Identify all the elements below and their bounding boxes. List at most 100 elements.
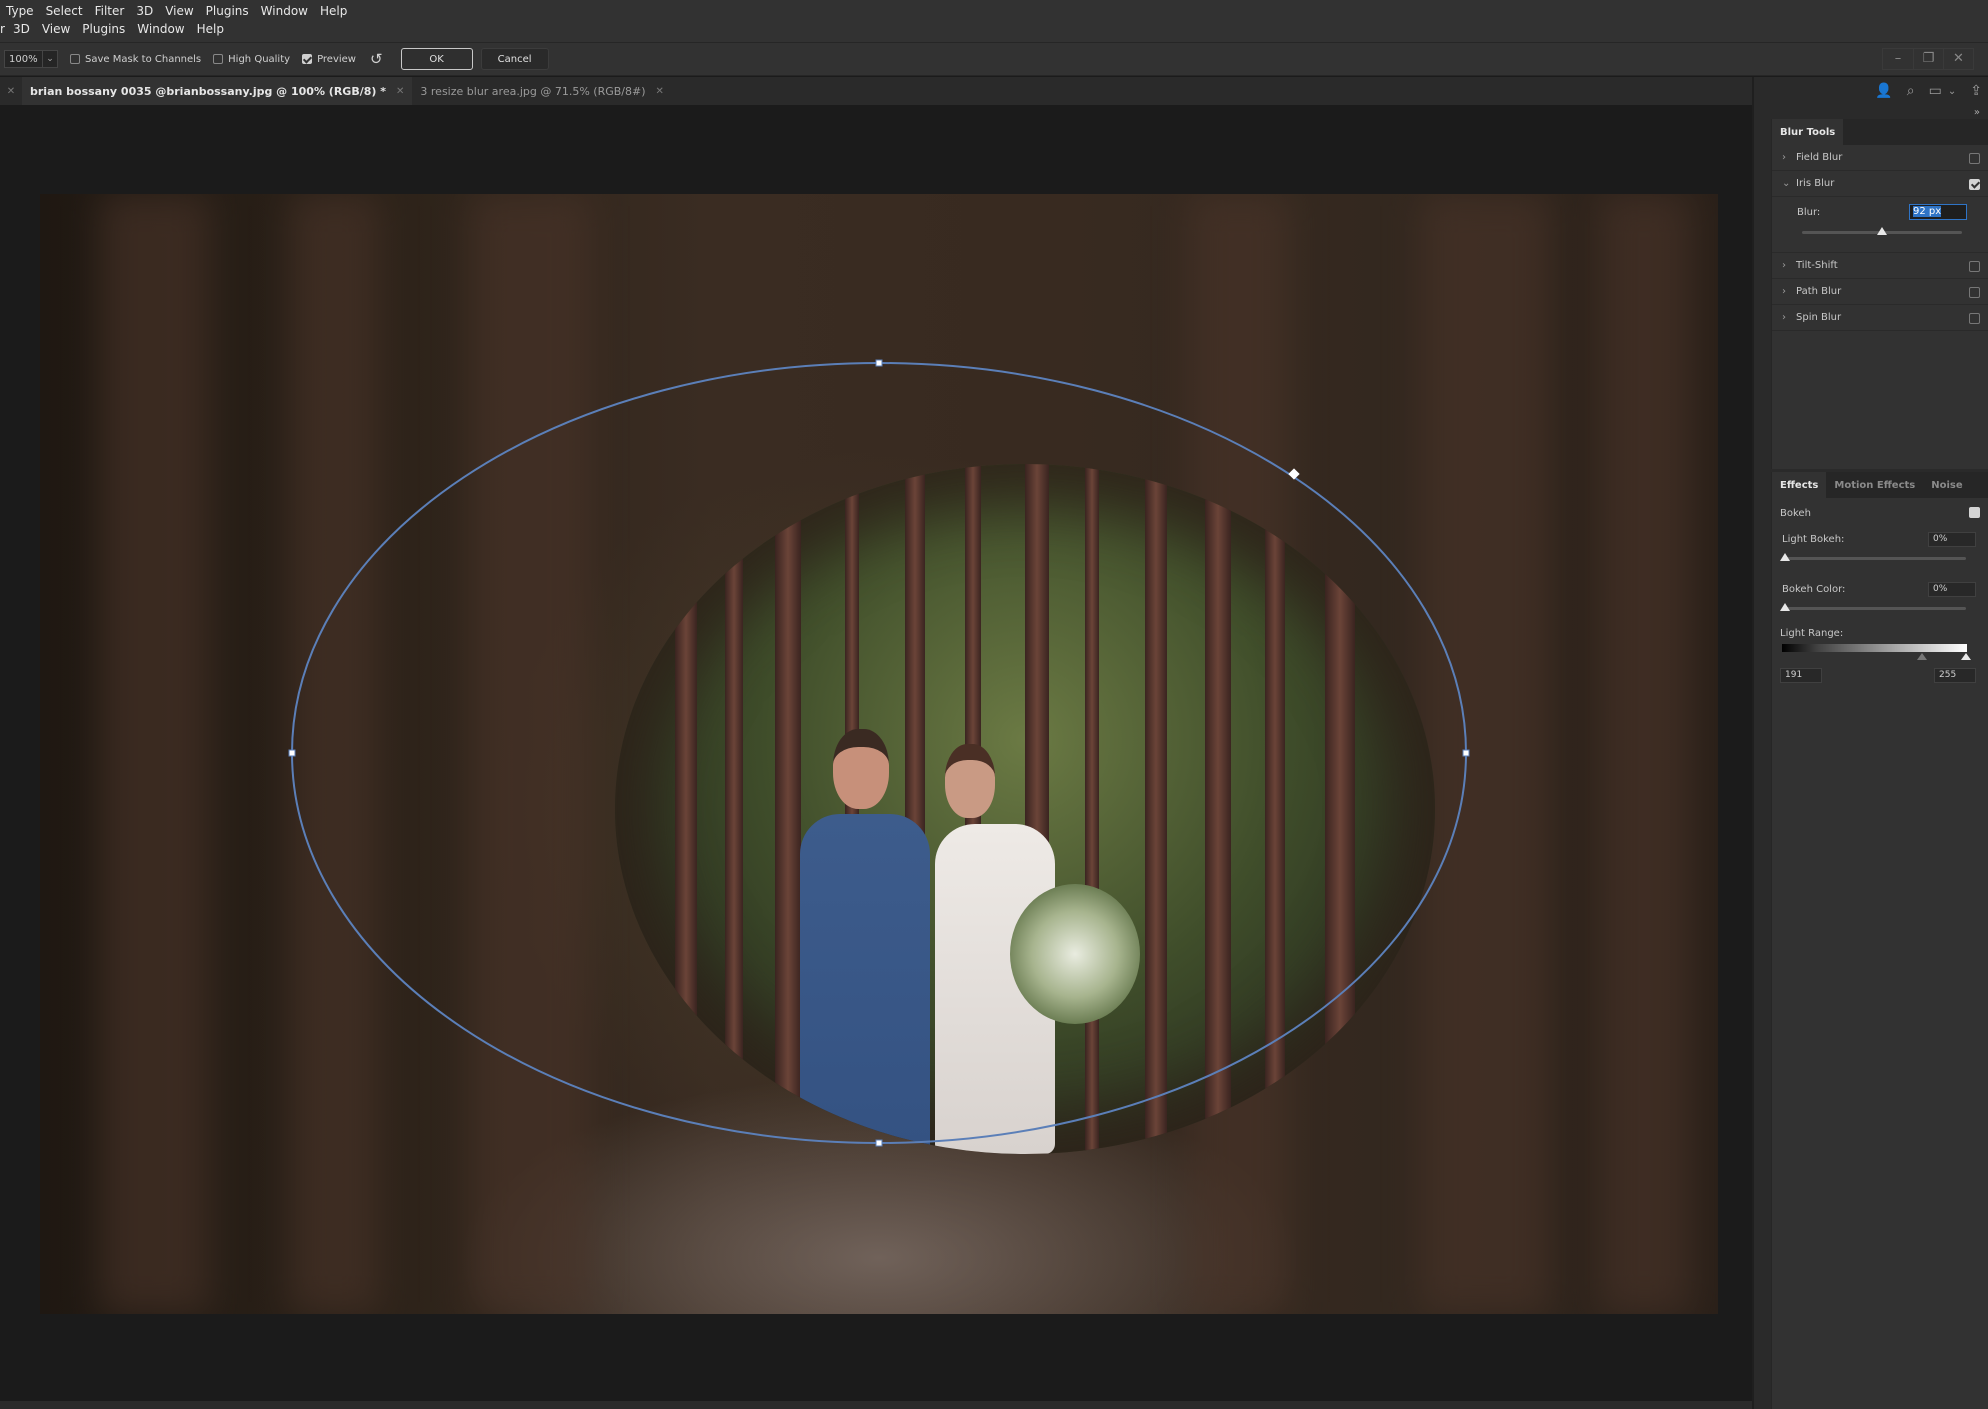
- close-icon[interactable]: ✕: [0, 77, 22, 105]
- light-range-low-thumb[interactable]: [1917, 653, 1927, 660]
- ok-button[interactable]: OK: [400, 48, 473, 70]
- tab-motion-effects[interactable]: Motion Effects: [1826, 472, 1923, 498]
- blur-item-tilt-shift[interactable]: › Tilt-Shift: [1772, 253, 1988, 279]
- light-bokeh-slider-track[interactable]: [1784, 557, 1966, 560]
- tab-blur-tools[interactable]: Blur Tools: [1772, 119, 1844, 145]
- menu-filter[interactable]: Filter: [95, 4, 125, 18]
- right-handle[interactable]: [1462, 749, 1470, 757]
- document-tab-active[interactable]: brian bossany 0035 @brianbossany.jpg @ 1…: [22, 77, 413, 105]
- zoom-select[interactable]: 100% ⌄: [4, 50, 58, 68]
- menu-bar-row-1: Type Select Filter 3D View Plugins Windo…: [0, 2, 1988, 20]
- checkbox-icon[interactable]: [1969, 261, 1980, 272]
- light-range-high-input[interactable]: 255: [1934, 668, 1976, 683]
- menu-filter-partial[interactable]: r: [0, 22, 5, 36]
- bokeh-color-slider-thumb[interactable]: [1780, 603, 1790, 611]
- document-tab-bar: ✕ brian bossany 0035 @brianbossany.jpg @…: [0, 77, 1752, 105]
- save-mask-label: Save Mask to Channels: [85, 53, 202, 65]
- blur-tools-panel: Blur Tools › Field Blur ⌄ Iris Blur Blur…: [1771, 119, 1988, 469]
- bokeh-color-slider-track[interactable]: [1784, 607, 1966, 610]
- checkbox-icon[interactable]: [1969, 287, 1980, 298]
- menu-help[interactable]: Help: [320, 4, 347, 18]
- learn-icon[interactable]: 👤: [1875, 83, 1892, 99]
- chevron-right-icon[interactable]: ›: [1782, 286, 1796, 297]
- horizontal-scrollbar[interactable]: [0, 1401, 1752, 1409]
- tab-label: 3 resize blur area.jpg @ 71.5% (RGB/8#): [420, 84, 646, 98]
- bokeh-row: Bokeh: [1772, 498, 1988, 526]
- checkbox-icon[interactable]: [1969, 313, 1980, 324]
- light-range-gradient-container: [1772, 644, 1988, 664]
- bokeh-color-input[interactable]: 0%: [1928, 582, 1976, 597]
- canvas-area[interactable]: [0, 105, 1752, 1401]
- minimize-icon[interactable]: –: [1883, 49, 1913, 69]
- chevron-down-icon[interactable]: ⌄: [1782, 178, 1796, 189]
- effects-tabs: Effects Motion Effects Noise: [1772, 472, 1988, 498]
- checkbox-icon[interactable]: [213, 54, 224, 64]
- close-tab-icon[interactable]: ✕: [656, 86, 664, 97]
- iris-blur-overlay: [288, 359, 1470, 1147]
- menu-view[interactable]: View: [165, 4, 193, 18]
- blur-label: Blur:: [1797, 207, 1821, 218]
- checkbox-checked-icon[interactable]: [302, 54, 313, 64]
- zoom-value: 100%: [5, 51, 43, 67]
- roundness-handle[interactable]: [1288, 468, 1300, 480]
- top-handle[interactable]: [875, 359, 883, 367]
- chevron-right-icon[interactable]: ›: [1782, 152, 1796, 163]
- menu-select[interactable]: Select: [46, 4, 83, 18]
- document-tab[interactable]: 3 resize blur area.jpg @ 71.5% (RGB/8#) …: [412, 77, 672, 105]
- menu-help[interactable]: Help: [197, 22, 224, 36]
- light-bokeh-input[interactable]: 0%: [1928, 532, 1976, 547]
- tab-noise[interactable]: Noise: [1923, 472, 1970, 498]
- chevron-right-icon[interactable]: ›: [1782, 260, 1796, 271]
- workspace-icon[interactable]: ▭: [1929, 83, 1942, 99]
- menu-window[interactable]: Window: [137, 22, 184, 36]
- close-tab-icon[interactable]: ✕: [396, 86, 404, 97]
- chevron-down-icon[interactable]: ⌄: [43, 54, 57, 64]
- menu-view[interactable]: View: [42, 22, 70, 36]
- preview-checkbox[interactable]: Preview: [302, 54, 356, 65]
- checkbox-icon[interactable]: [1969, 153, 1980, 164]
- chevron-right-icon[interactable]: ›: [1782, 312, 1796, 323]
- save-mask-checkbox[interactable]: Save Mask to Channels: [70, 54, 201, 65]
- blur-tools-tabs: Blur Tools: [1772, 119, 1988, 145]
- search-icon[interactable]: ⌕: [1907, 83, 1915, 99]
- blur-slider-thumb[interactable]: [1877, 227, 1887, 235]
- checkbox-icon[interactable]: [70, 54, 80, 64]
- light-range-high-thumb[interactable]: [1961, 653, 1971, 660]
- cancel-button[interactable]: Cancel: [480, 48, 549, 70]
- restore-icon[interactable]: ❐: [1913, 49, 1943, 69]
- high-quality-checkbox[interactable]: High Quality: [213, 54, 290, 65]
- preview-label: Preview: [317, 53, 356, 65]
- blur-item-path-blur[interactable]: › Path Blur: [1772, 279, 1988, 305]
- blur-item-field-blur[interactable]: › Field Blur: [1772, 145, 1988, 171]
- menu-window[interactable]: Window: [261, 4, 308, 18]
- menu-type[interactable]: Type: [6, 4, 34, 18]
- collapse-panels-icon[interactable]: »: [1974, 107, 1980, 118]
- menu-3d[interactable]: 3D: [136, 4, 153, 18]
- light-range-low-input[interactable]: 191: [1780, 668, 1822, 683]
- iris-ellipse[interactable]: [291, 362, 1467, 1144]
- blur-item-iris-blur[interactable]: ⌄ Iris Blur: [1772, 171, 1988, 197]
- blur-item-spin-blur[interactable]: › Spin Blur: [1772, 305, 1988, 331]
- close-icon[interactable]: ✕: [1943, 49, 1973, 69]
- light-range-label: Light Range:: [1780, 628, 1844, 639]
- menu-plugins[interactable]: Plugins: [82, 22, 125, 36]
- checkbox-checked-icon[interactable]: [1969, 179, 1980, 190]
- chevron-down-icon[interactable]: ⌄: [1948, 86, 1956, 97]
- left-handle[interactable]: [288, 749, 296, 757]
- bokeh-checkbox-checked-icon[interactable]: [1969, 507, 1980, 518]
- blur-item-label: Iris Blur: [1796, 178, 1835, 189]
- light-range-row: Light Range: 191 255: [1772, 626, 1988, 686]
- share-icon[interactable]: ⇪: [1970, 83, 1982, 99]
- high-quality-label: High Quality: [228, 53, 291, 65]
- reset-icon[interactable]: ↺: [370, 50, 383, 68]
- options-bar: 100% ⌄ Save Mask to Channels High Qualit…: [0, 42, 1988, 76]
- light-bokeh-slider-thumb[interactable]: [1780, 553, 1790, 561]
- menu-3d[interactable]: 3D: [13, 22, 30, 36]
- blur-amount-input[interactable]: 92 px: [1909, 204, 1967, 220]
- tab-label: brian bossany 0035 @brianbossany.jpg @ 1…: [30, 84, 387, 98]
- menu-plugins[interactable]: Plugins: [206, 4, 249, 18]
- tab-effects[interactable]: Effects: [1772, 472, 1827, 498]
- blur-amount-value: 92 px: [1913, 206, 1942, 217]
- dock-toolbar: 👤 ⌕ ▭ ⌄ ⇪: [1754, 77, 1988, 105]
- bottom-handle[interactable]: [875, 1139, 883, 1147]
